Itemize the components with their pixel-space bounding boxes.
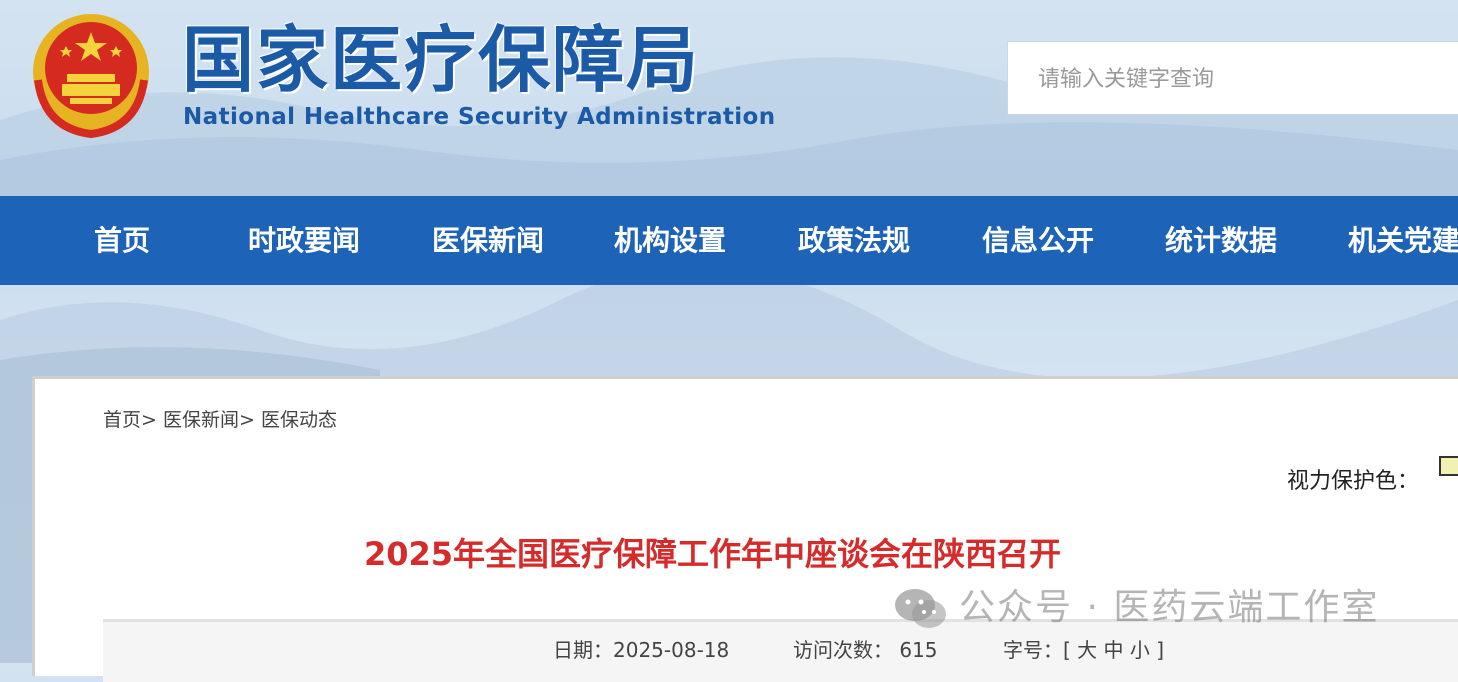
wechat-icon xyxy=(895,589,946,628)
nav-item-statistics[interactable]: 统计数据 xyxy=(1165,196,1277,285)
article-date: 日期：2025-08-18 xyxy=(553,638,730,662)
eye-protect-color-swatch[interactable] xyxy=(1439,456,1458,476)
nav-item-info-disclosure[interactable]: 信息公开 xyxy=(982,196,1094,285)
nav-item-home[interactable]: 首页 xyxy=(94,196,150,285)
nav-item-policy[interactable]: 政策法规 xyxy=(798,196,910,285)
watermark: 公众号 · 医药云端工作室 xyxy=(893,578,1379,631)
breadcrumb-home[interactable]: 首页> xyxy=(103,409,157,431)
watermark-text: 公众号 · 医药云端工作室 xyxy=(959,587,1380,628)
nav-item-organization[interactable]: 机构设置 xyxy=(614,196,726,285)
breadcrumb-news[interactable]: 医保新闻> xyxy=(163,409,255,431)
eye-protect-label: 视力保护色： xyxy=(1287,469,1420,494)
article-title: 2025年全国医疗保障工作年中座谈会在陕西召开 xyxy=(363,535,1062,573)
breadcrumb: 首页> 医保新闻> 医保动态 xyxy=(103,405,337,432)
nav-item-news[interactable]: 医保新闻 xyxy=(432,196,544,285)
search-box xyxy=(1007,41,1458,116)
national-emblem-icon xyxy=(33,14,149,138)
article-panel: 首页> 医保新闻> 医保动态 视力保护色： 2025年全国医疗保障工作年中座谈会… xyxy=(32,376,1458,682)
font-size-switcher[interactable]: 字号：[ 大 中 小 ] xyxy=(1003,634,1164,663)
site-logo-cn[interactable]: 国家医疗保障局 xyxy=(182,18,700,102)
site-logo-en: National Healthcare Security Administrat… xyxy=(183,104,776,130)
article-visits: 访问次数： 615 xyxy=(793,638,938,662)
search-input[interactable] xyxy=(1008,42,1458,116)
main-nav: 首页 时政要闻 医保新闻 机构设置 政策法规 信息公开 统计数据 机关党建 xyxy=(0,196,1458,285)
site-header: 国家医疗保障局 National Healthcare Security Adm… xyxy=(0,0,1458,196)
nav-item-politics[interactable]: 时政要闻 xyxy=(248,196,360,285)
breadcrumb-current[interactable]: 医保动态 xyxy=(261,409,337,431)
nav-item-party-building[interactable]: 机关党建 xyxy=(1348,196,1458,285)
